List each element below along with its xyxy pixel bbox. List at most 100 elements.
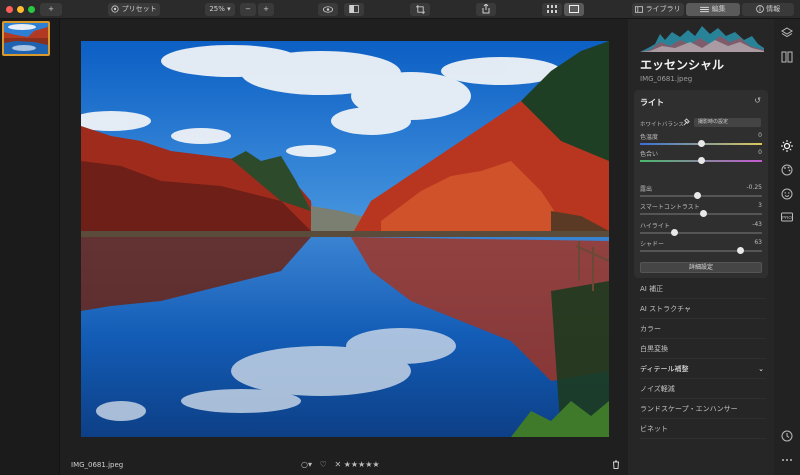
zoom-in-button[interactable]: + — [258, 3, 274, 16]
temperature-slider[interactable]: 色温度 0 — [640, 132, 762, 150]
exposure-slider[interactable]: 露出 -0.25 — [640, 184, 762, 202]
tab-info[interactable]: 情報 — [742, 3, 794, 16]
compare-panels-icon[interactable] — [781, 51, 793, 63]
shadows-knob[interactable] — [737, 247, 745, 254]
share-button[interactable] — [476, 3, 496, 16]
sliders-icon — [700, 6, 710, 12]
image-filename: IMG_0681.jpeg — [71, 461, 124, 469]
zoom-value: 25% — [209, 5, 225, 13]
section-ai-enhance[interactable]: AI 補正 — [640, 279, 766, 299]
zoom-select[interactable]: 25% ▾ — [205, 3, 235, 16]
temperature-label: 色温度 — [640, 134, 659, 141]
exposure-label: 露出 — [640, 186, 653, 193]
white-balance-select[interactable]: 撮影時の設定 — [694, 118, 761, 127]
section-details-label: ディテール補整 — [640, 365, 689, 373]
toolbar: + プリセット 25% ▾ − + ライブラリ 編集 情報 — [0, 0, 800, 19]
pro-icon[interactable]: PRO — [781, 211, 793, 223]
tab-library-label: ライブラリ — [645, 5, 681, 13]
trash-button[interactable] — [612, 460, 620, 471]
library-icon — [635, 5, 644, 13]
temperature-knob[interactable] — [698, 140, 705, 147]
highlights-knob[interactable] — [671, 229, 679, 236]
tab-edit-label: 編集 — [711, 5, 726, 13]
section-landscape-enhancer[interactable]: ランドスケープ・エンハンサー — [640, 399, 766, 419]
tint-slider[interactable]: 色合い 0 — [640, 149, 762, 167]
add-symbol: + — [48, 5, 54, 13]
single-view-button[interactable] — [564, 3, 584, 16]
temperature-value: 0 — [758, 132, 762, 139]
highlights-value: -43 — [752, 221, 762, 228]
white-balance-label: ホワイトバランス — [640, 122, 684, 128]
eyedropper-icon[interactable] — [683, 118, 690, 126]
highlights-track — [640, 232, 762, 234]
presets-icon — [111, 5, 119, 13]
split-view-button[interactable] — [344, 3, 364, 16]
face-icon[interactable] — [781, 188, 793, 200]
sun-icon[interactable] — [781, 140, 793, 152]
zoom-window-button[interactable] — [28, 6, 35, 13]
thumbnail-image — [4, 23, 48, 54]
highlights-slider[interactable]: ハイライト -43 — [640, 221, 762, 239]
star-rating[interactable]: ✕ ★★★★★ — [334, 460, 379, 469]
smart-contrast-slider[interactable]: スマートコントラスト 3 — [640, 202, 762, 220]
section-noise-reduction[interactable]: ノイズ軽減 — [640, 379, 766, 399]
crop-button[interactable] — [410, 3, 430, 16]
grid-view-button[interactable] — [542, 3, 562, 16]
tint-knob[interactable] — [698, 157, 705, 164]
section-color[interactable]: カラー — [640, 319, 766, 339]
heart-icon[interactable]: ♡ — [320, 460, 327, 469]
presets-label: プリセット — [121, 5, 157, 13]
trash-icon — [613, 460, 619, 469]
presets-button[interactable]: プリセット — [108, 3, 160, 16]
more-icon[interactable] — [781, 454, 793, 466]
panel-filename: IMG_0681.jpeg — [640, 75, 693, 83]
compare-eye-button[interactable] — [318, 3, 338, 16]
shadows-slider[interactable]: シャドー 63 — [640, 239, 762, 257]
exposure-knob[interactable] — [694, 192, 702, 199]
chevron-down-icon: ⌄ — [758, 365, 764, 373]
rating-bar: ○▾ ♡ ✕ ★★★★★ — [301, 460, 380, 469]
svg-text:PRO: PRO — [782, 215, 792, 220]
flag-picker[interactable]: ○▾ — [301, 460, 312, 469]
section-ai-structure[interactable]: AI ストラクチャ — [640, 299, 766, 319]
shadows-value: 63 — [754, 239, 762, 246]
single-view-icon — [569, 5, 579, 13]
zoom-in-symbol: + — [263, 5, 269, 13]
autumn-lake-photo — [81, 41, 609, 437]
tint-label: 色合い — [640, 151, 659, 158]
zoom-out-button[interactable]: − — [240, 3, 256, 16]
section-bw-conversion[interactable]: 白黒変換 — [640, 339, 766, 359]
tint-value: 0 — [758, 149, 762, 156]
history-icon[interactable] — [781, 430, 793, 442]
add-button[interactable]: + — [40, 3, 62, 16]
smart-contrast-label: スマートコントラスト — [640, 204, 700, 211]
reset-icon[interactable]: ↺ — [754, 96, 761, 105]
eye-icon — [323, 5, 333, 13]
exposure-value: -0.25 — [746, 184, 762, 191]
smart-contrast-value: 3 — [758, 202, 762, 209]
light-header[interactable]: ライト — [640, 97, 664, 108]
section-vignette[interactable]: ビネット — [640, 419, 766, 439]
palette-icon[interactable] — [781, 164, 793, 176]
light-section: ライト ↺ ホワイトバランス 撮影時の設定 色温度 0 色合い 0 露出 -0.… — [634, 90, 768, 278]
minimize-window-button[interactable] — [17, 6, 24, 13]
close-window-button[interactable] — [6, 6, 13, 13]
section-details[interactable]: ディテール補整 ⌄ — [640, 359, 766, 379]
smart-contrast-knob[interactable] — [700, 210, 708, 217]
filmstrip — [0, 19, 60, 475]
tab-library[interactable]: ライブラリ — [632, 3, 684, 16]
split-view-icon — [349, 5, 359, 13]
share-icon — [482, 3, 490, 14]
panel-title: エッセンシャル — [640, 58, 725, 72]
tool-rail: PRO — [774, 19, 800, 475]
photo-thumbnail[interactable] — [2, 21, 50, 56]
editing-canvas: IMG_0681.jpeg ○▾ ♡ ✕ ★★★★★ — [61, 19, 628, 475]
edit-panel: エッセンシャル IMG_0681.jpeg ライト ↺ ホワイトバランス 撮影時… — [628, 19, 774, 475]
main-photo[interactable] — [81, 41, 609, 437]
layers-icon[interactable] — [781, 27, 793, 39]
advanced-settings-button[interactable]: 詳細設定 — [640, 262, 762, 273]
highlights-label: ハイライト — [640, 223, 670, 230]
crop-icon — [415, 4, 425, 14]
tab-edit[interactable]: 編集 — [686, 3, 740, 16]
tab-info-label: 情報 — [766, 5, 781, 13]
